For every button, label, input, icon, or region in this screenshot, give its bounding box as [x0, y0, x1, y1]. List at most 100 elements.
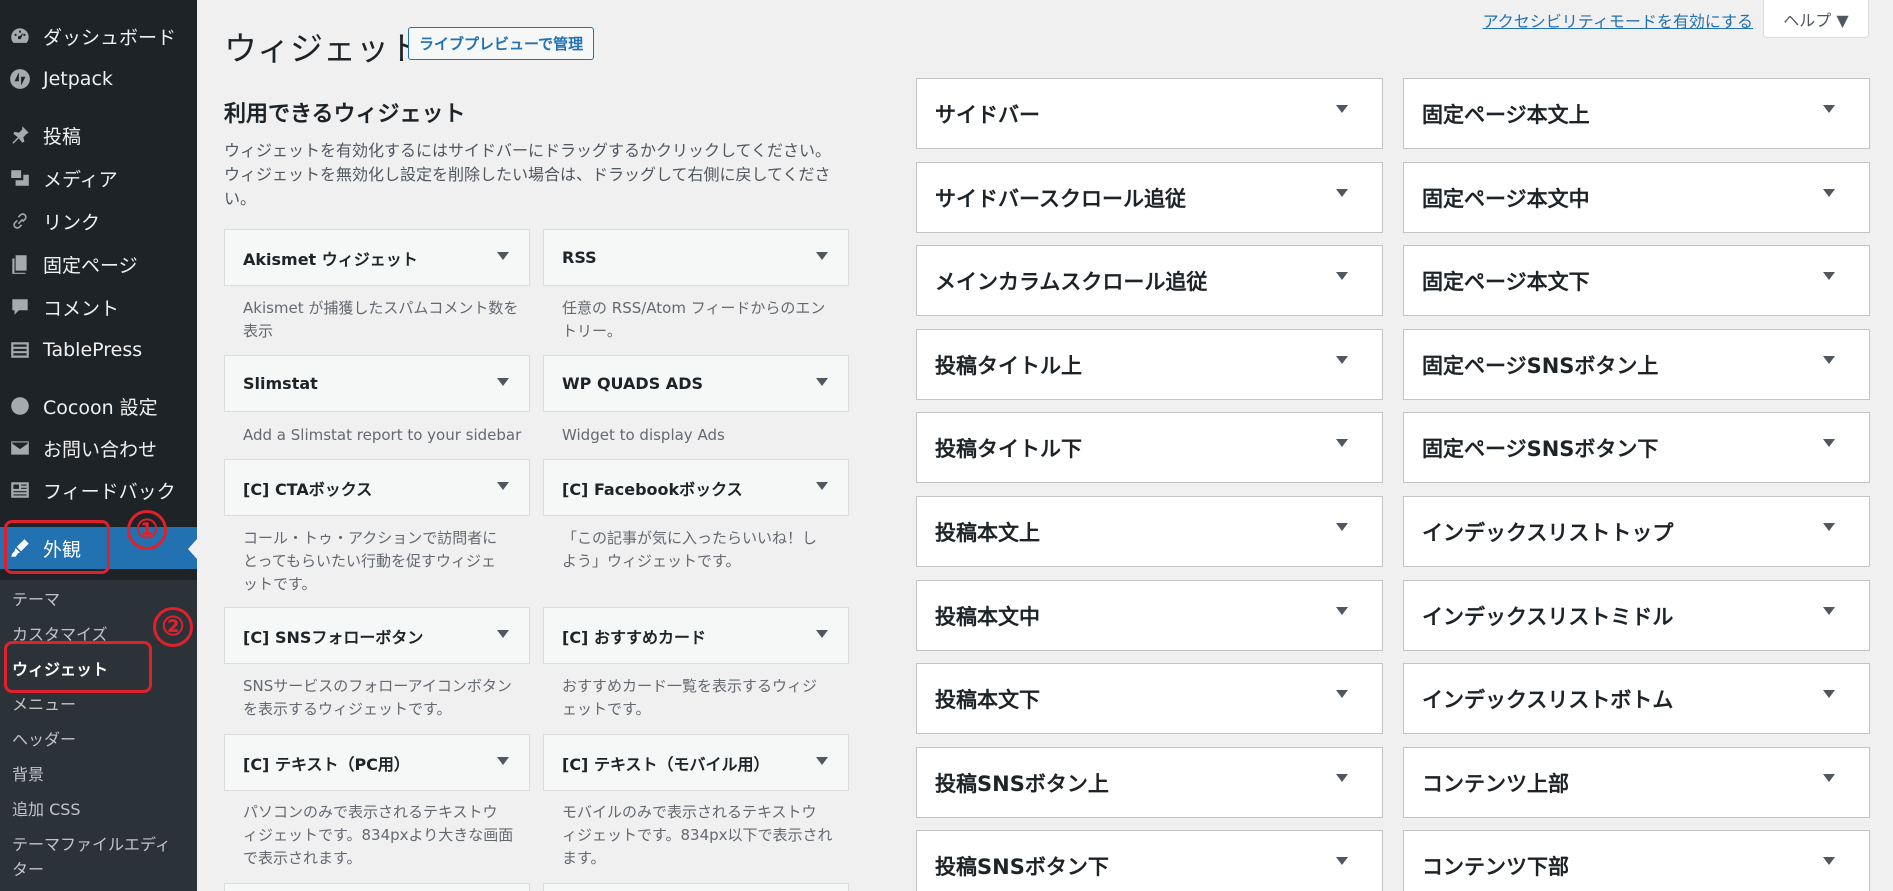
sidebar-area[interactable]: サイドバー [916, 78, 1383, 149]
sidebar-area[interactable]: 投稿本文中 [916, 580, 1383, 651]
triangle-down-icon[interactable] [816, 757, 828, 765]
submenu-additional-css[interactable]: 追加 CSS [12, 796, 81, 820]
sidebar-area[interactable]: インデックスリストボトム [1403, 663, 1870, 734]
sidebar-area[interactable]: 固定ページSNSボタン上 [1403, 329, 1870, 400]
triangle-down-icon[interactable] [1823, 607, 1835, 615]
sidebar-area[interactable]: 固定ページ本文上 [1403, 78, 1870, 149]
widget-partial[interactable] [224, 883, 530, 891]
widget-recommended-card[interactable]: [C] おすすめカード [543, 607, 849, 664]
triangle-down-icon[interactable] [1823, 690, 1835, 698]
sidebar-area[interactable]: コンテンツ下部 [1403, 830, 1870, 891]
submenu-theme-file-editor[interactable]: テーマファイルエディ [12, 831, 171, 855]
triangle-down-icon[interactable] [816, 252, 828, 260]
widget-wp-quads-ads[interactable]: WP QUADS ADS [543, 355, 849, 412]
widget-text-mobile[interactable]: [C] テキスト（モバイル用） [543, 734, 849, 791]
sidebar-area[interactable]: インデックスリストトップ [1403, 496, 1870, 567]
submenu-themes[interactable]: テーマ [12, 586, 60, 610]
triangle-down-icon[interactable] [1823, 272, 1835, 280]
triangle-down-icon[interactable] [1336, 272, 1348, 280]
menu-pages[interactable]: 固定ページ [0, 244, 197, 284]
admin-sidebar: ダッシュボード Jetpack 投稿 メディア リンク 固定ページ コメント T… [0, 0, 197, 891]
accessibility-mode-link[interactable]: アクセシビリティモードを有効にする [1483, 8, 1753, 32]
triangle-down-icon[interactable] [497, 757, 509, 765]
sidebar-area[interactable]: コンテンツ上部 [1403, 747, 1870, 818]
triangle-down-icon[interactable] [497, 252, 509, 260]
annotation-box-appearance [4, 520, 110, 574]
menu-label: 投稿 [43, 125, 82, 148]
page-title: ウィジェット [224, 29, 422, 68]
menu-posts[interactable]: 投稿 [0, 115, 197, 155]
sidebar-area[interactable]: 投稿本文下 [916, 663, 1383, 734]
triangle-down-icon[interactable] [816, 482, 828, 490]
triangle-down-icon[interactable] [1336, 774, 1348, 782]
menu-links[interactable]: リンク [0, 201, 197, 241]
widget-sns-follow[interactable]: [C] SNSフォローボタン [224, 607, 530, 664]
jetpack-icon [8, 67, 32, 91]
sidebar-area[interactable]: 固定ページSNSボタン下 [1403, 412, 1870, 483]
widget-cta-box[interactable]: [C] CTAボックス [224, 459, 530, 516]
menu-dashboard[interactable]: ダッシュボード [0, 16, 197, 56]
submenu-header[interactable]: ヘッダー [12, 726, 76, 750]
menu-jetpack[interactable]: Jetpack [0, 59, 197, 99]
sidebar-area[interactable]: 投稿本文上 [916, 496, 1383, 567]
link-icon [8, 209, 32, 233]
menu-tablepress[interactable]: TablePress [0, 330, 197, 370]
triangle-down-icon[interactable] [1823, 439, 1835, 447]
triangle-down-icon[interactable] [497, 378, 509, 386]
triangle-down-icon[interactable] [1336, 105, 1348, 113]
menu-cocoon[interactable]: Cocoon 設定 [0, 386, 197, 426]
submenu-theme-file-editor-cont: ター [12, 860, 45, 879]
triangle-down-icon[interactable] [1336, 857, 1348, 865]
annotation-box-widgets [4, 641, 152, 693]
triangle-down-icon[interactable] [1336, 523, 1348, 531]
comment-icon [8, 295, 32, 319]
triangle-down-icon[interactable] [1823, 523, 1835, 531]
triangle-down-icon[interactable] [1336, 690, 1348, 698]
menu-feedback[interactable]: フィードバック [0, 470, 197, 510]
menu-label: Jetpack [43, 68, 113, 90]
widget-description: おすすめカード一覧を表示するウィジ ェットです。 [562, 677, 818, 718]
sidebar-area[interactable]: 固定ページ本文下 [1403, 245, 1870, 316]
sidebar-area[interactable]: 投稿SNSボタン下 [916, 830, 1383, 891]
menu-label: お問い合わせ [43, 438, 158, 461]
widget-akismet[interactable]: Akismet ウィジェット [224, 229, 530, 286]
triangle-down-icon[interactable] [497, 482, 509, 490]
sidebar-area[interactable]: 投稿SNSボタン上 [916, 747, 1383, 818]
triangle-down-icon[interactable] [1336, 439, 1348, 447]
triangle-down-icon[interactable] [1336, 189, 1348, 197]
menu-label: Cocoon 設定 [43, 396, 158, 419]
help-tab-button[interactable]: ヘルプ ▼ [1763, 0, 1869, 38]
widget-partial[interactable] [543, 883, 849, 891]
sidebar-area[interactable]: 投稿タイトル上 [916, 329, 1383, 400]
submenu-menus[interactable]: メニュー [12, 691, 76, 715]
triangle-down-icon[interactable] [1823, 356, 1835, 364]
submenu-background[interactable]: 背景 [12, 761, 44, 785]
sidebar-area[interactable]: メインカラムスクロール追従 [916, 245, 1383, 316]
sidebar-area[interactable]: 投稿タイトル下 [916, 412, 1383, 483]
triangle-down-icon[interactable] [1823, 774, 1835, 782]
mail-icon [8, 436, 32, 460]
triangle-down-icon[interactable] [1823, 105, 1835, 113]
dashboard-icon [8, 24, 32, 48]
triangle-down-icon[interactable] [816, 378, 828, 386]
menu-label: コメント [43, 297, 120, 320]
triangle-down-icon[interactable] [1336, 607, 1348, 615]
sidebar-area[interactable]: 固定ページ本文中 [1403, 162, 1870, 233]
triangle-down-icon[interactable] [1336, 356, 1348, 364]
menu-comments[interactable]: コメント [0, 287, 197, 327]
widget-rss[interactable]: RSS [543, 229, 849, 286]
widget-slimstat[interactable]: Slimstat [224, 355, 530, 412]
menu-contact[interactable]: お問い合わせ [0, 428, 197, 468]
sidebar-area[interactable]: インデックスリストミドル [1403, 580, 1870, 651]
widget-text-pc[interactable]: [C] テキスト（PC用） [224, 734, 530, 791]
triangle-down-icon[interactable] [816, 630, 828, 638]
live-preview-button[interactable]: ライブプレビューで管理 [408, 27, 595, 60]
triangle-down-icon[interactable] [497, 630, 509, 638]
triangle-down-icon[interactable] [1823, 857, 1835, 865]
sidebar-area[interactable]: サイドバースクロール追従 [916, 162, 1383, 233]
menu-media[interactable]: メディア [0, 158, 197, 198]
widget-description: 任意の RSS/Atom フィードからのエン トリー。 [562, 299, 826, 340]
widget-facebook-box[interactable]: [C] Facebookボックス [543, 459, 849, 516]
triangle-down-icon[interactable] [1823, 189, 1835, 197]
annotation-number-2: ② [153, 607, 193, 647]
